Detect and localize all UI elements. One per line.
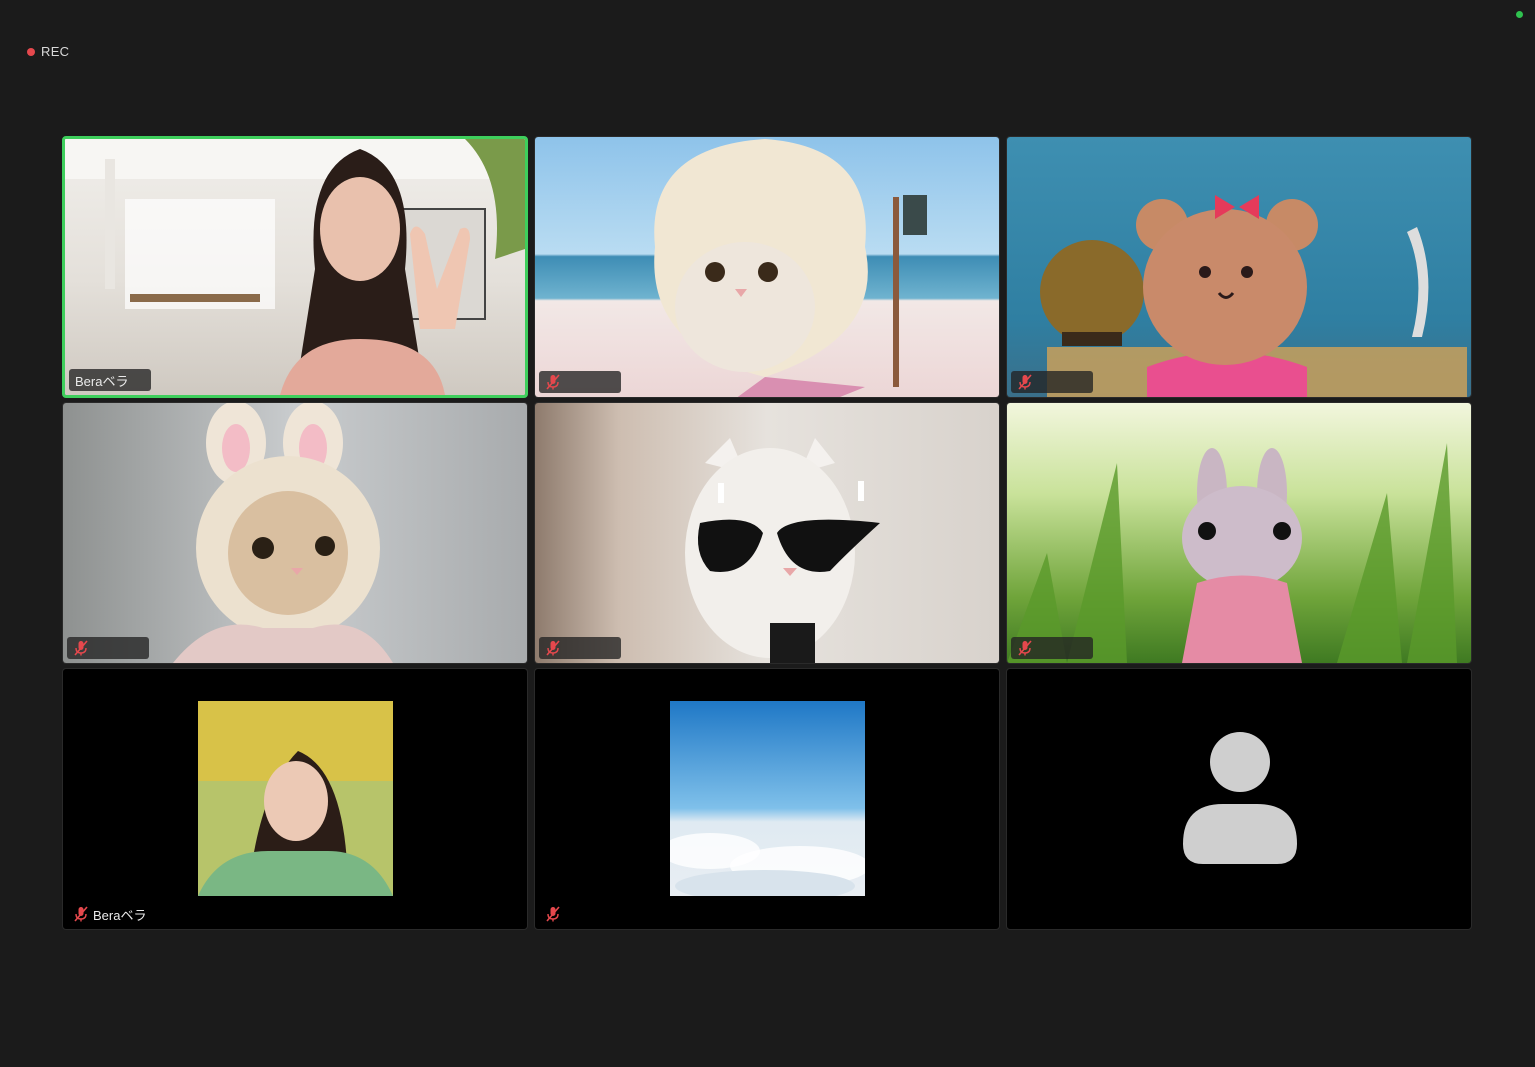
participant-name-label: [539, 903, 621, 925]
participant-tile[interactable]: [62, 402, 528, 664]
participant-name: Beraベラ: [93, 907, 147, 923]
participant-tile[interactable]: Beraベラ: [62, 136, 528, 398]
gallery-grid: Beraベラ Beraベラ: [62, 136, 1473, 930]
participant-profile-photo: [198, 701, 393, 896]
recording-dot-icon: [27, 47, 35, 56]
participant-tile[interactable]: Beraベラ: [62, 668, 528, 930]
muted-mic-icon: [546, 374, 560, 390]
participant-name-label: [1011, 371, 1093, 393]
participant-video: [1007, 137, 1471, 397]
muted-mic-icon: [546, 906, 560, 922]
participant-name-label: Beraベラ: [67, 903, 152, 925]
participant-name-label: [539, 371, 621, 393]
participant-name-label: [67, 637, 149, 659]
recording-indicator[interactable]: REC: [27, 44, 69, 59]
camera-in-use-icon: [1516, 11, 1523, 18]
participant-tile[interactable]: [534, 136, 1000, 398]
participant-tile[interactable]: [1006, 402, 1472, 664]
participant-video: [65, 139, 525, 395]
muted-mic-icon: [546, 640, 560, 656]
participant-name-label: Beraベラ: [69, 369, 151, 391]
participant-name: Beraベラ: [75, 373, 129, 389]
participant-name-label: [539, 637, 621, 659]
participant-video: [63, 403, 527, 663]
participant-video: [535, 137, 999, 397]
muted-mic-icon: [1018, 640, 1032, 656]
participant-video: [535, 403, 999, 663]
participant-tile[interactable]: [1006, 668, 1472, 930]
recording-label: REC: [41, 44, 70, 59]
muted-mic-icon: [1018, 374, 1032, 390]
participant-name-label: [1011, 637, 1093, 659]
participant-profile-photo: [670, 701, 865, 896]
meeting-window: REC Beraベラ Beraベラ: [0, 0, 1535, 1067]
participant-video: [1007, 403, 1471, 663]
participant-tile[interactable]: [534, 668, 1000, 930]
person-avatar-icon: [1183, 732, 1297, 864]
participant-tile[interactable]: [1006, 136, 1472, 398]
muted-mic-icon: [74, 640, 88, 656]
participant-tile[interactable]: [534, 402, 1000, 664]
muted-mic-icon: [74, 906, 88, 922]
